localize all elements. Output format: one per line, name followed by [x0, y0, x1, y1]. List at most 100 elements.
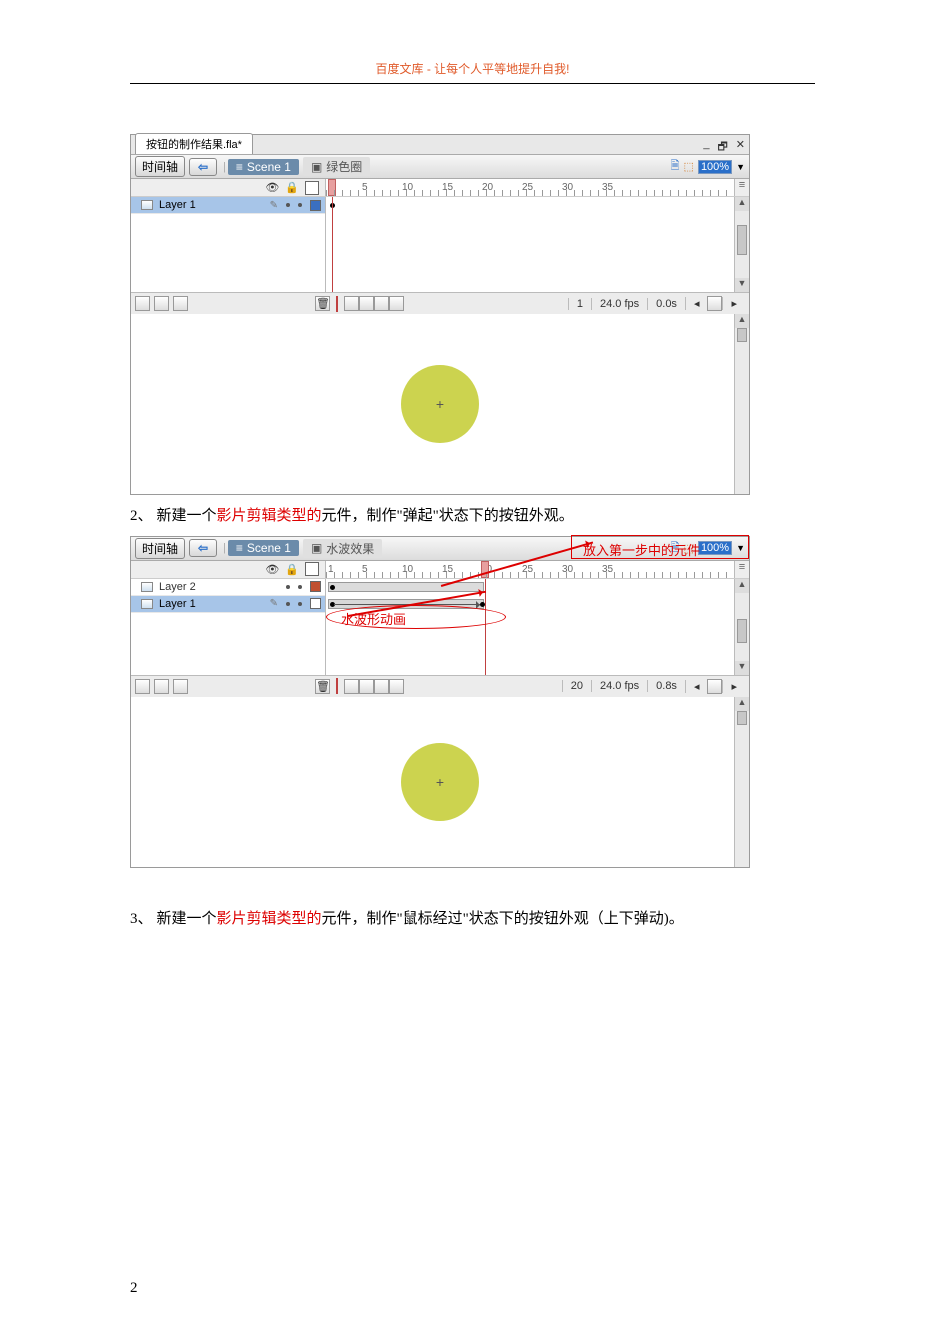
new-folder-icon[interactable]	[173, 296, 188, 311]
scroll-thumb[interactable]	[737, 328, 747, 342]
edit-scene-icon[interactable]: 🗎	[671, 157, 680, 176]
visibility-dot[interactable]	[286, 203, 290, 207]
eye-icon[interactable]: 👁	[265, 181, 279, 194]
outline-icon[interactable]	[305, 181, 319, 195]
scene-crumb[interactable]: ≡ Scene 1	[228, 540, 299, 556]
fps: 24.0 fps	[591, 298, 647, 310]
lock-icon[interactable]: 🔒	[285, 563, 299, 576]
back-button[interactable]: ⇦	[189, 539, 217, 557]
step-3-text: 3、新建一个影片剪辑类型的元件，制作"鼠标经过"状态下的按钮外观（上下弹动)。	[130, 908, 815, 931]
onion-icon[interactable]	[344, 296, 359, 311]
scroll-down-icon[interactable]: ▼	[735, 278, 749, 292]
timeline-status-bar: 🗑 1 24.0 fps 0.0s ◂ ▸	[131, 292, 749, 314]
hscroll-thumb[interactable]	[707, 679, 722, 694]
new-guide-icon[interactable]	[154, 679, 169, 694]
visibility-dot[interactable]	[286, 602, 290, 606]
scroll-right-icon[interactable]: ▸	[722, 680, 745, 693]
hscroll-thumb[interactable]	[707, 296, 722, 311]
stage-scrollbar[interactable]: ▲	[734, 697, 749, 867]
edit-scene-icon[interactable]: 🗎	[671, 539, 680, 558]
zoom-field[interactable]: 100%	[698, 160, 732, 174]
onion-icon[interactable]	[344, 679, 359, 694]
playhead[interactable]	[481, 561, 489, 578]
vertical-scrollbar[interactable]: ▲ ▼	[734, 579, 749, 675]
edit-symbol-icon[interactable]: ⬚	[684, 160, 694, 173]
timeline-button[interactable]: 时间轴	[135, 156, 185, 177]
lock-dot[interactable]	[298, 602, 302, 606]
scroll-thumb[interactable]	[737, 225, 747, 255]
scroll-up-icon[interactable]: ▲	[735, 697, 749, 711]
scroll-up-icon[interactable]: ▲	[735, 197, 749, 211]
tween-arrow-line	[334, 604, 480, 605]
symbol-icon: ▣	[311, 160, 322, 174]
step-text-a: 新建一个	[157, 911, 217, 927]
frame-span-l2[interactable]	[328, 582, 484, 592]
symbol-crumb[interactable]: ▣ 绿色圈	[303, 157, 370, 176]
trash-icon[interactable]: 🗑	[315, 679, 330, 694]
onion-marker-icon[interactable]	[389, 296, 404, 311]
onion-outline-icon[interactable]	[359, 296, 374, 311]
lock-icon[interactable]: 🔒	[285, 181, 299, 194]
trash-icon[interactable]: 🗑	[315, 296, 330, 311]
outline-swatch[interactable]	[310, 581, 321, 592]
playhead-line	[332, 197, 333, 292]
lock-dot[interactable]	[298, 203, 302, 207]
timeline-button[interactable]: 时间轴	[135, 538, 185, 559]
vertical-scrollbar[interactable]: ▲ ▼	[734, 197, 749, 292]
edit-multi-icon[interactable]	[374, 679, 389, 694]
edit-symbol-icon[interactable]: ⬚	[684, 542, 694, 555]
scene-crumb[interactable]: ≡ Scene 1	[228, 159, 299, 175]
zoom-dropdown-icon[interactable]: ▼	[736, 162, 745, 172]
new-guide-icon[interactable]	[154, 296, 169, 311]
page-number: 2	[130, 1280, 138, 1297]
timeline-options-icon[interactable]: ≡	[734, 561, 749, 578]
scroll-thumb[interactable]	[737, 619, 747, 643]
edit-bar: 时间轴 ⇦ | ≡ Scene 1 ▣ 绿色圈 🗎 ⬚ 100% ▼	[131, 155, 749, 179]
eye-icon[interactable]: 👁	[265, 563, 279, 576]
visibility-dot[interactable]	[286, 585, 290, 589]
onion-outline-icon[interactable]	[359, 679, 374, 694]
separator: |	[223, 161, 226, 173]
layer-row-1[interactable]: Layer 1 ✎	[131, 596, 325, 613]
new-folder-icon[interactable]	[173, 679, 188, 694]
document-tab-bar: 按钮的制作结果.fla* _ 🗗 ✕	[131, 135, 749, 155]
outline-swatch[interactable]	[310, 598, 321, 609]
outline-swatch[interactable]	[310, 200, 321, 211]
scroll-right-icon[interactable]: ▸	[722, 297, 745, 310]
stage-area-2: + ▲	[131, 697, 749, 867]
keyframe-dot[interactable]	[330, 585, 335, 590]
scroll-left-icon[interactable]: ◂	[685, 297, 708, 310]
frame-ruler[interactable]: 1 5 10 15 20 25 30 35	[326, 561, 734, 578]
document-tab[interactable]: 按钮的制作结果.fla*	[135, 133, 253, 154]
new-layer-icon[interactable]	[135, 679, 150, 694]
layer-row-2[interactable]: Layer 2	[131, 579, 325, 596]
onion-marker-icon[interactable]	[389, 679, 404, 694]
scroll-up-icon[interactable]: ▲	[735, 314, 749, 328]
scroll-down-icon[interactable]: ▼	[735, 661, 749, 675]
scroll-thumb[interactable]	[737, 711, 747, 725]
scroll-up-icon[interactable]: ▲	[735, 579, 749, 593]
tick: 25	[522, 182, 533, 193]
layer-row-1[interactable]: Layer 1 ✎	[131, 197, 325, 214]
zoom-dropdown-icon[interactable]: ▼	[736, 543, 745, 553]
stage-scrollbar[interactable]: ▲	[734, 314, 749, 494]
edit-multi-icon[interactable]	[374, 296, 389, 311]
outline-icon[interactable]	[305, 562, 319, 576]
lock-dot[interactable]	[298, 585, 302, 589]
tick: 5	[362, 182, 368, 193]
zoom-field[interactable]: 100%	[698, 541, 732, 555]
timeline-options-icon[interactable]: ≡	[734, 179, 749, 196]
symbol-crumb[interactable]: ▣ 水波效果	[303, 539, 382, 558]
stage-area-1: + ▲	[131, 314, 749, 494]
timeline-frames[interactable]	[326, 197, 749, 292]
scroll-left-icon[interactable]: ◂	[685, 680, 708, 693]
page-header: 百度文库 - 让每个人平等地提升自我!	[130, 60, 815, 77]
frame-ruler[interactable]: 5 10 15 20 25 30 35	[326, 179, 734, 196]
scene-icon: ≡	[236, 160, 243, 174]
playhead[interactable]	[328, 179, 336, 196]
step-text-a: 新建一个	[157, 508, 217, 524]
separator: |	[223, 542, 226, 554]
back-button[interactable]: ⇦	[189, 158, 217, 176]
new-layer-icon[interactable]	[135, 296, 150, 311]
timeline-frames[interactable]	[326, 579, 749, 675]
